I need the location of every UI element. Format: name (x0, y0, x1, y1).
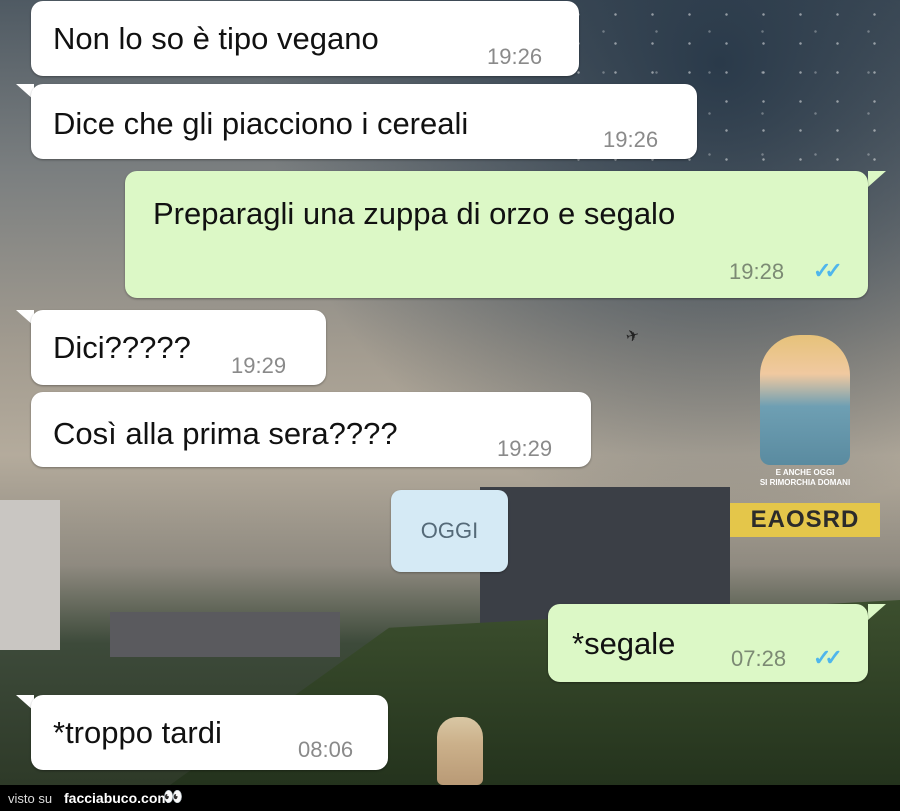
message-text: Dice che gli piacciono i cereali (53, 106, 469, 141)
message-text: Non lo so è tipo vegano (53, 21, 379, 56)
footer-site-link[interactable]: facciabuco.com (64, 790, 170, 806)
message-text: Preparagli una zuppa di orzo e segalo (153, 196, 676, 231)
footer-visto-su: visto su (8, 791, 53, 806)
message-bubble-incoming[interactable]: Dici????? 19:29 (31, 310, 326, 385)
site-footer: visto su facciabuco.com 👀 (0, 785, 900, 811)
watermark-badge: E ANCHE OGGI SI RIMORCHIA DOMANI EAOSRD (730, 335, 880, 540)
read-ticks-icon: ✓✓ (813, 258, 843, 283)
message-time: 19:28 (729, 259, 785, 284)
message-text: Dici????? (53, 330, 191, 365)
message-text: *segale (572, 626, 676, 661)
wallpaper-person (437, 717, 483, 785)
read-ticks-icon: ✓✓ (813, 645, 843, 670)
watermark-girl-image (760, 335, 850, 465)
wallpaper-house-far (110, 612, 340, 657)
message-time: 19:26 (487, 44, 543, 69)
message-time: 19:26 (603, 127, 659, 152)
message-bubble-incoming[interactable]: *troppo tardi 08:06 (31, 695, 388, 770)
eyes-icon: 👀 (163, 789, 183, 806)
message-time: 07:28 (731, 646, 787, 671)
message-bubble-incoming[interactable]: Dice che gli piacciono i cereali 19:26 (31, 84, 697, 159)
message-time: 08:06 (298, 737, 354, 762)
message-bubble-incoming[interactable]: Non lo so è tipo vegano 19:26 (31, 1, 579, 76)
wallpaper-house-left (0, 500, 60, 650)
message-bubble-incoming[interactable]: Così alla prima sera???? 19:29 (31, 392, 591, 467)
message-bubble-outgoing[interactable]: *segale 07:28 ✓✓ (548, 604, 868, 682)
bubble-tail (868, 604, 886, 620)
message-time: 19:29 (497, 436, 553, 461)
bubble-tail (868, 171, 886, 187)
message-text: *troppo tardi (53, 715, 222, 750)
watermark-caption: E ANCHE OGGI SI RIMORCHIA DOMANI (759, 468, 851, 487)
watermark-logo: EAOSRD (730, 503, 880, 537)
message-time: 19:29 (231, 353, 287, 378)
message-bubble-outgoing[interactable]: Preparagli una zuppa di orzo e segalo 19… (125, 171, 868, 298)
date-separator: OGGI (391, 490, 508, 572)
message-text: Così alla prima sera???? (53, 416, 398, 451)
